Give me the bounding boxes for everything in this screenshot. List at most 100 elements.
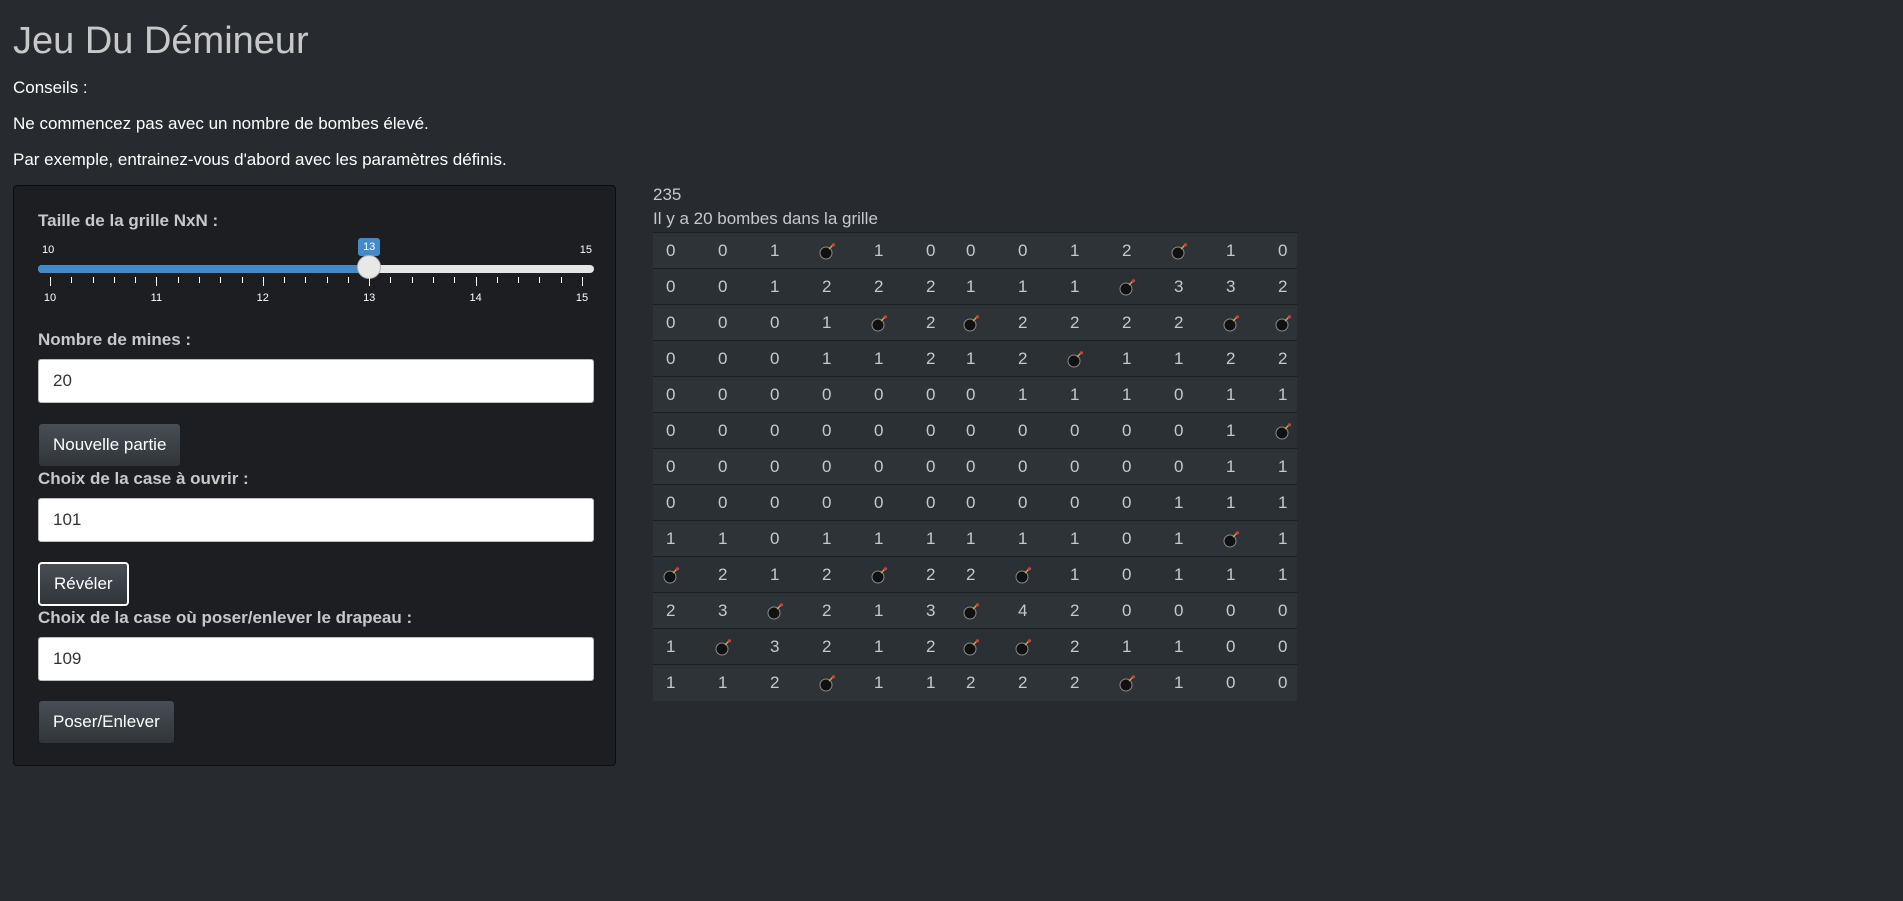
grid-cell: 2 [809,268,861,305]
grid-cell: 0 [1109,448,1161,485]
grid-cell: 0 [705,412,757,449]
cell-value: 0 [666,276,676,296]
cell-value: 0 [966,492,976,512]
bomb-icon [1067,350,1084,368]
cell-value: 2 [1122,312,1132,332]
grid-cell: 1 [653,664,705,701]
grid-cell: 0 [1109,520,1161,557]
cell-value: 0 [718,384,728,404]
grid-cell: 2 [913,268,953,305]
new-game-button[interactable]: Nouvelle partie [38,423,182,467]
cell-value: 1 [1226,456,1236,476]
grid-cell: 0 [1161,592,1213,629]
cell-value: 3 [718,600,728,620]
grid-cell [757,592,809,629]
grid-row: 0 0 0 0 0 0 0 0 0 0 0 1 [653,412,1297,449]
grid-cell: 0 [1109,592,1161,629]
grid-cell: 2 [653,592,705,629]
bomb-icon [819,242,836,260]
grid-row: 1 1 0 1 1 1 1 1 1 0 1 1 [653,520,1297,557]
grid-size-slider[interactable]: 10 15 13 10 11 12 13 14 15 [38,236,594,326]
slider-tick [284,277,286,283]
cell-value: 1 [718,528,728,548]
grid-cell: 0 [653,448,705,485]
grid-cell: 1 [653,520,705,557]
grid-cell: 0 [705,484,757,521]
grid-cell: 2 [809,556,861,593]
grid-cell: 1 [1213,484,1265,521]
grid-cell: 0 [653,340,705,377]
cell-value: 0 [1122,600,1132,620]
tip-text: Ne commencez pas avec un nombre de bombe… [13,114,429,133]
cell-value: 2 [822,636,832,656]
grid-cell: 2 [1265,268,1297,305]
cell-value: 0 [770,312,780,332]
grid-cell: 1 [705,520,757,557]
slider-track[interactable] [38,265,594,273]
cell-value: 1 [874,636,884,656]
grid-cell: 1 [861,520,913,557]
cell-value: 2 [1070,312,1080,332]
grid-row: 0 0 1 2 2 2 1 1 1 3 3 2 [653,268,1297,305]
cell-value: 1 [1070,276,1080,296]
grid-cell: 2 [757,664,809,701]
cell-value: 2 [1278,276,1288,296]
cell-value: 0 [1226,636,1236,656]
grid-cell: 0 [1005,448,1057,485]
cell-value: 1 [1174,528,1184,548]
grid-cell: 1 [1161,484,1213,521]
grid-row: 1 1 2 1 1 2 2 2 1 0 0 [653,664,1297,701]
grid-cell: 1 [1161,664,1213,701]
cell-value: 2 [926,312,936,332]
flag-input[interactable] [38,637,594,681]
slider-tick [496,277,498,283]
cell-value: 0 [718,312,728,332]
reveal-button[interactable]: Révéler [38,562,129,606]
cell-value: 1 [770,564,780,584]
bomb-icon [819,674,836,692]
cell-value: 2 [966,672,976,692]
cell-value: 1 [1226,564,1236,584]
slider-tick [390,277,392,283]
grid-cell: 0 [757,484,809,521]
cell-value: 1 [1278,492,1288,512]
cell-value: 0 [966,420,976,440]
reveal-input[interactable] [38,498,594,542]
grid-cell: 3 [705,592,757,629]
cell-value: 0 [1070,456,1080,476]
cell-value: 0 [770,492,780,512]
bomb-icon [1275,314,1292,332]
cell-value: 2 [1174,312,1184,332]
cell-value: 0 [666,420,676,440]
cell-value: 1 [1174,636,1184,656]
mines-input[interactable] [38,359,594,403]
grid-cell: 1 [809,304,861,341]
grid-cell: 1 [757,268,809,305]
cell-value: 1 [822,312,832,332]
grid-cell: 1 [1213,448,1265,485]
grid-cell: 0 [913,376,953,413]
grid-cell: 0 [953,232,1005,269]
grid-cell: 0 [653,304,705,341]
grid-cell: 0 [1265,628,1297,665]
grid-cell: 0 [1005,412,1057,449]
grid-cell: 0 [757,376,809,413]
grid-cell [1265,412,1297,449]
grid-cell: 1 [1057,520,1109,557]
grid-cell: 0 [953,376,1005,413]
cell-value: 2 [926,564,936,584]
bomb-icon [663,566,680,584]
cell-value: 0 [666,384,676,404]
grid-row: 1 3 2 1 2 2 1 1 0 0 [653,628,1297,665]
grid-cell: 2 [1005,664,1057,701]
slider-handle[interactable] [357,255,382,279]
bomb-icon [1015,638,1032,656]
bomb-icon [1223,530,1240,548]
grid-cell: 2 [913,556,953,593]
cell-value: 1 [1122,348,1132,368]
flag-toggle-button[interactable]: Poser/Enlever [38,700,175,744]
grid-cell [861,556,913,593]
slider-tick [347,277,349,283]
cell-value: 1 [1226,384,1236,404]
grid-cell: 2 [705,556,757,593]
